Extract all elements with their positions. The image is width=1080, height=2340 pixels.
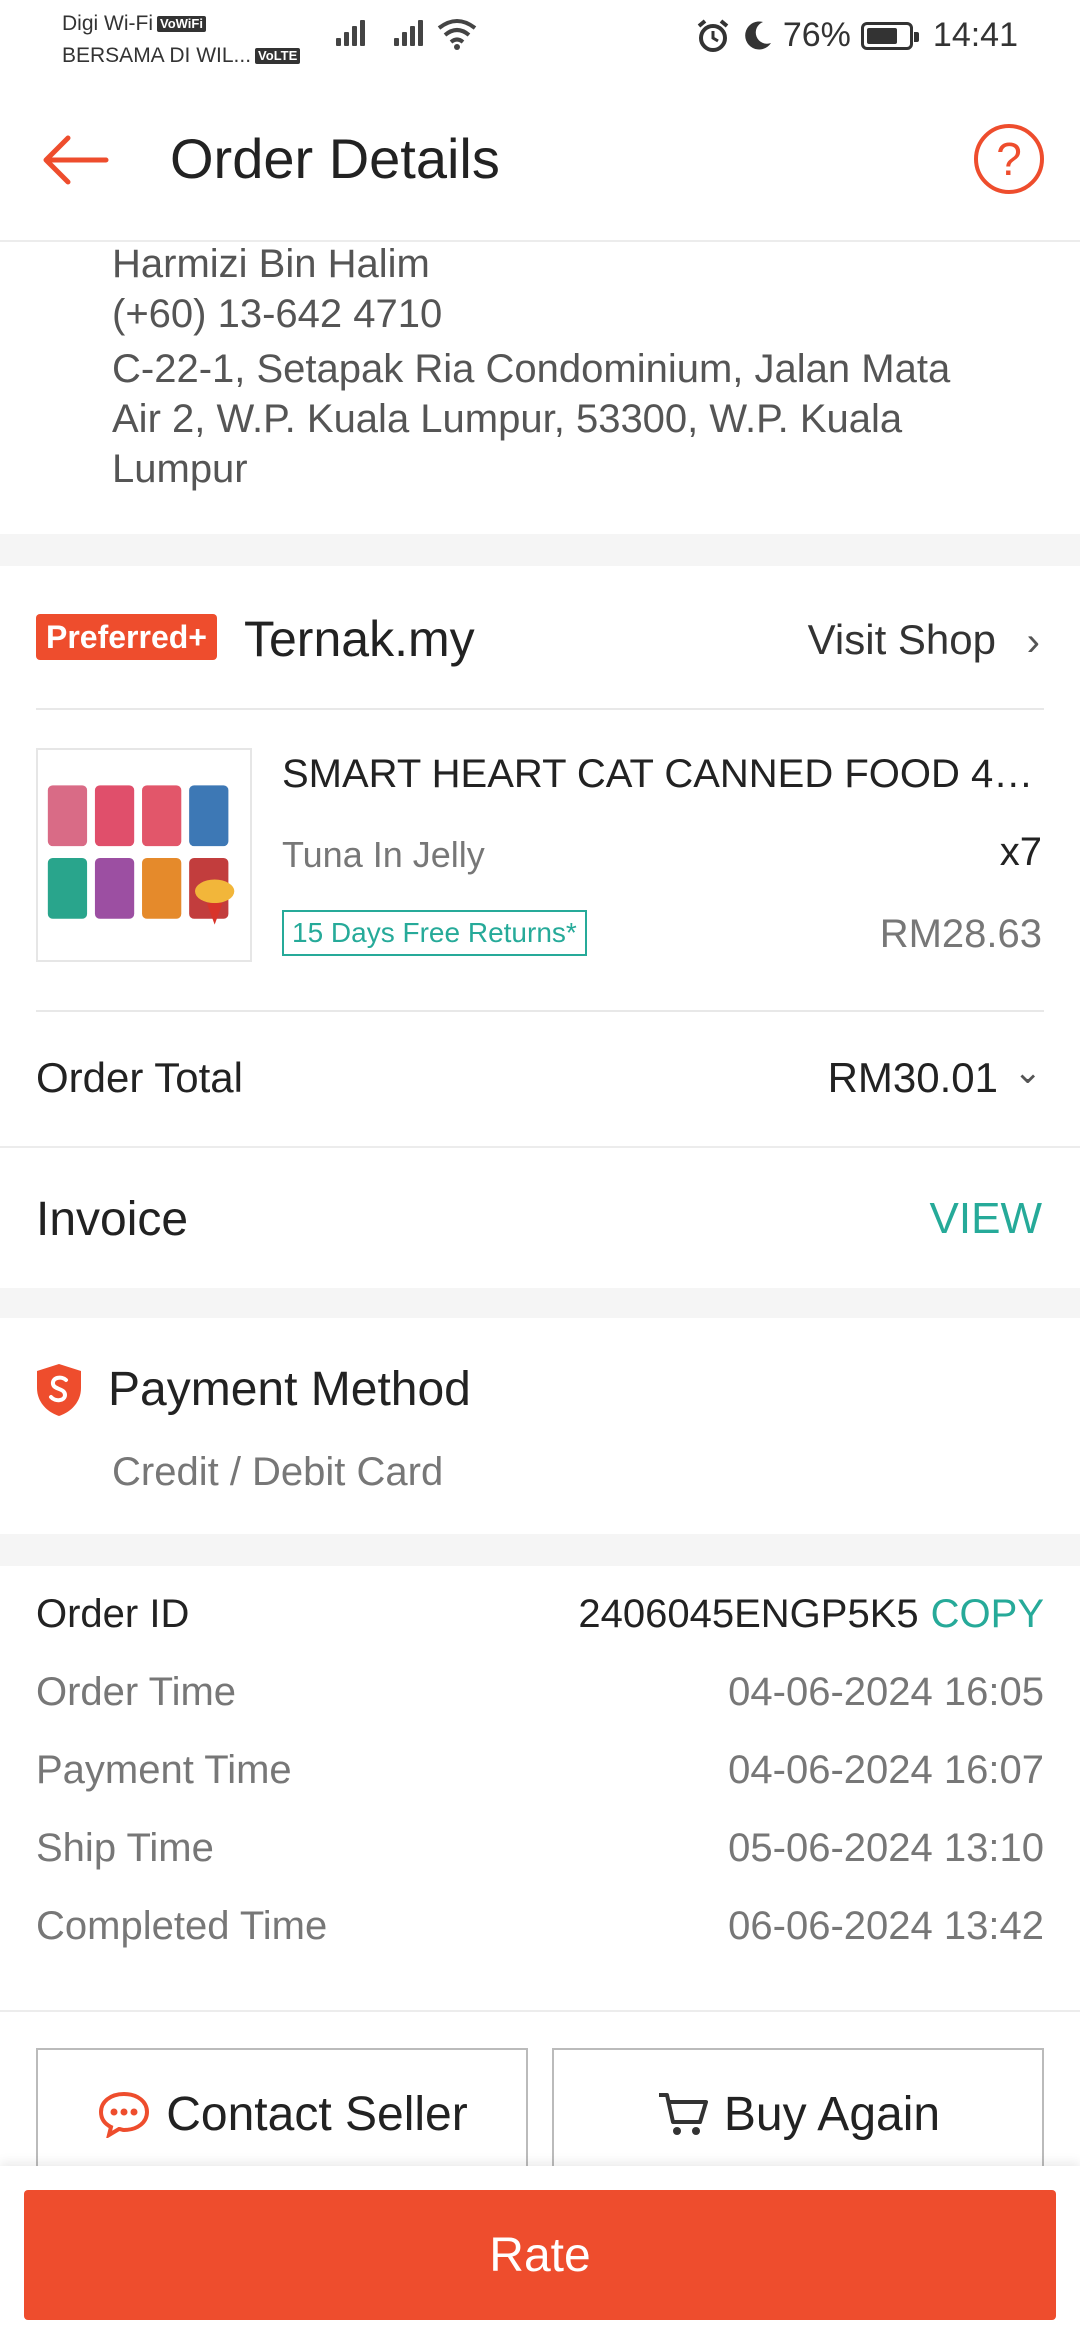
alarm-icon — [697, 18, 729, 52]
rate-button[interactable]: Rate — [24, 2190, 1056, 2320]
order-id-label: Order ID — [36, 1592, 190, 1636]
order-total-value: RM30.01 — [827, 1054, 998, 1101]
info-value: 04-06-2024 16:05 — [728, 1670, 1044, 1714]
moon-icon — [745, 20, 771, 49]
status-bar: Digi Wi-Fi VoWiFi BERSAMA DI WIL... VoLTE … — [0, 0, 1080, 78]
preferred-badge: Preferred+ — [36, 614, 217, 660]
signal-icon — [336, 18, 365, 46]
payment-method-card: Payment Method Credit / Debit Card — [0, 1318, 1080, 1534]
info-value: 05-06-2024 13:10 — [728, 1826, 1044, 1870]
product-quantity: x7 — [999, 830, 1042, 874]
product-variant: Tuna In Jelly — [282, 834, 485, 875]
payment-method-value: Credit / Debit Card — [112, 1450, 444, 1494]
info-value: 06-06-2024 13:42 — [728, 1904, 1044, 1948]
bottom-action-bar: Rate — [0, 2166, 1080, 2340]
free-returns-badge: 15 Days Free Returns* — [282, 910, 587, 956]
completed-time-row: Completed Time 06-06-2024 13:42 — [36, 1904, 1044, 1964]
carrier-name-2: BERSAMA DI WIL... — [62, 44, 252, 67]
product-price: RM28.63 — [879, 912, 1042, 956]
info-label: Ship Time — [36, 1826, 214, 1870]
shield-icon — [37, 1364, 81, 1416]
volte-badge: VoLTE — [255, 48, 301, 65]
payment-time-row: Payment Time 04-06-2024 16:07 — [36, 1748, 1044, 1808]
invoice-row: Invoice VIEW — [0, 1146, 1080, 1288]
contact-seller-button[interactable]: Contact Seller — [36, 2048, 528, 2178]
order-info-card: Order ID 2406045ENGP5K5 COPY Order Time 0… — [0, 1566, 1080, 2010]
help-icon[interactable]: ? — [974, 124, 1044, 194]
clock: 14:41 — [932, 16, 1018, 54]
wifi-icon — [437, 19, 477, 50]
order-id-value: 2406045ENGP5K5 — [578, 1592, 919, 1636]
chevron-right-icon: › — [1026, 620, 1040, 664]
info-label: Order Time — [36, 1670, 237, 1714]
copy-order-id-button[interactable]: COPY — [931, 1592, 1044, 1636]
page-title: Order Details — [170, 127, 500, 190]
order-details-screen: Digi Wi-Fi VoWiFi BERSAMA DI WIL... VoLTE … — [0, 0, 1080, 2340]
product-image[interactable] — [36, 748, 252, 962]
signal-icon — [394, 18, 423, 46]
info-label: Completed Time — [36, 1904, 328, 1948]
info-value: 04-06-2024 16:07 — [728, 1748, 1044, 1792]
recipient-name: Harmizi Bin Halim — [112, 242, 430, 286]
carrier-name: Digi Wi-Fi — [62, 12, 153, 35]
info-label: Payment Time — [36, 1748, 292, 1792]
chevron-down-icon: ⌄ — [1013, 1053, 1043, 1091]
view-invoice-link[interactable]: VIEW — [930, 1194, 1042, 1244]
visit-shop-link[interactable]: Visit Shop — [808, 616, 996, 664]
carrier-info: Digi Wi-Fi VoWiFi BERSAMA DI WIL... VoLTE — [62, 8, 301, 72]
order-total-row[interactable]: Order Total RM30.01 ⌄ — [0, 1012, 1080, 1146]
payment-method-title: Payment Method — [108, 1363, 471, 1416]
buy-again-button[interactable]: Buy Again — [552, 2048, 1044, 2178]
vowifi-badge: VoWiFi — [156, 16, 206, 33]
cart-icon — [658, 2093, 708, 2135]
delivery-address-card: Harmizi Bin Halim (+60) 13-642 4710 C-22… — [0, 242, 1080, 534]
order-actions: Contact Seller Buy Again — [0, 2010, 1080, 2180]
product-name[interactable]: SMART HEART CAT CANNED FOOD 400G — [282, 752, 1042, 797]
order-id-row: Order ID 2406045ENGP5K5 COPY — [36, 1592, 1044, 1652]
shop-name: Ternak.my — [244, 611, 475, 667]
back-arrow-icon[interactable] — [38, 124, 110, 196]
invoice-label: Invoice — [36, 1193, 189, 1246]
ship-time-row: Ship Time 05-06-2024 13:10 — [36, 1826, 1044, 1886]
battery-percent: 76% — [782, 16, 851, 54]
status-right: 76% 14:41 — [695, 16, 1018, 55]
shop-header[interactable]: Preferred+ Ternak.my Visit Shop › — [0, 566, 1080, 710]
app-header: Order Details ? — [0, 78, 1080, 242]
contact-seller-label: Contact Seller — [166, 2087, 468, 2141]
chat-icon — [99, 2091, 150, 2138]
order-total-label: Order Total — [36, 1054, 243, 1101]
recipient-phone: (+60) 13-642 4710 — [112, 292, 443, 336]
divider — [36, 708, 1044, 710]
recipient-address: C-22-1, Setapak Ria Condominium, Jalan M… — [112, 347, 951, 491]
battery-icon — [860, 21, 919, 50]
buy-again-label: Buy Again — [723, 2087, 941, 2141]
order-time-row: Order Time 04-06-2024 16:05 — [36, 1670, 1044, 1730]
